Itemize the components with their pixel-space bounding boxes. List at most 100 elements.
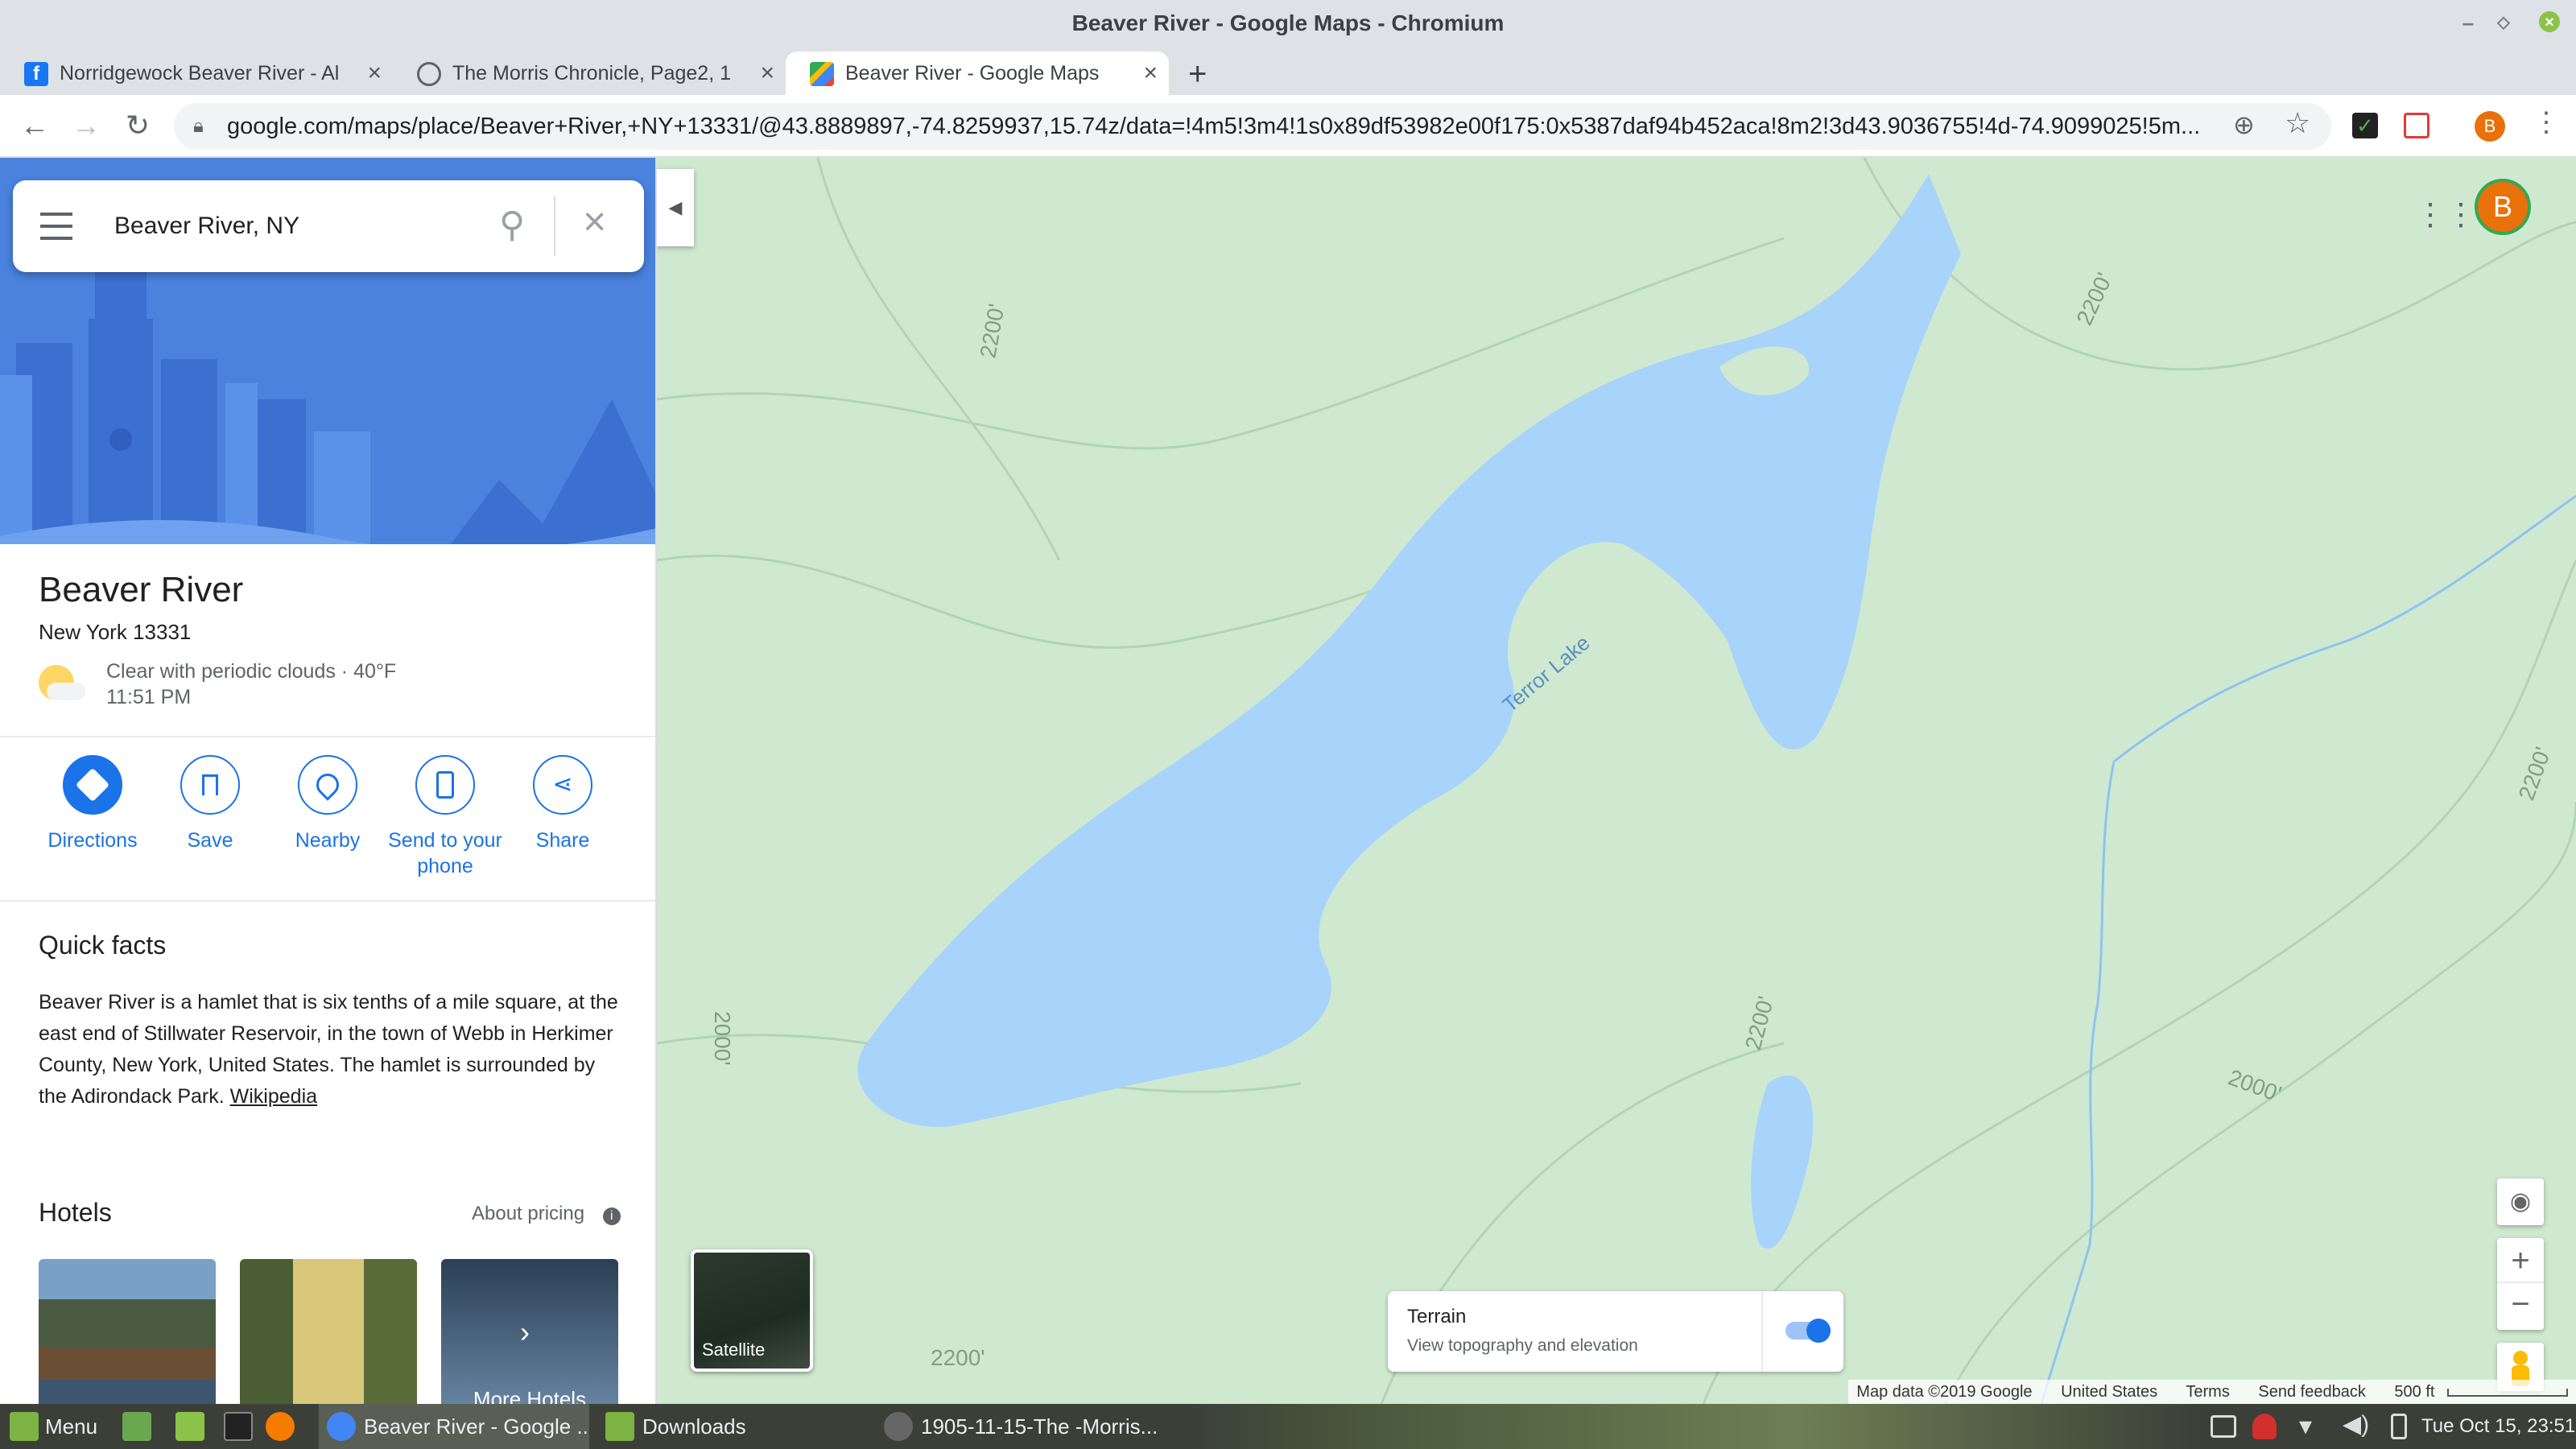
shield-icon[interactable]: [2252, 1414, 2277, 1439]
save-button[interactable]: Save: [150, 755, 270, 853]
wikipedia-link[interactable]: Wikipedia: [230, 1085, 317, 1108]
action-label: Send to your: [388, 829, 502, 852]
action-label: Save: [187, 829, 233, 852]
about-pricing-label: About pricing: [472, 1203, 585, 1224]
maps-profile-avatar[interactable]: B: [2475, 179, 2531, 235]
quick-facts-text: Beaver River is a hamlet that is six ten…: [39, 987, 618, 1113]
new-tab-button[interactable]: +: [1188, 55, 1207, 93]
reload-icon[interactable]: ↻: [119, 108, 156, 143]
satellite-label: Satellite: [702, 1340, 766, 1360]
directions-icon: [63, 755, 122, 815]
divider: [1761, 1291, 1763, 1372]
chevron-right-icon: ›: [520, 1315, 530, 1348]
url-text: google.com/maps/place/Beaver+River,+NY+1…: [227, 114, 2201, 139]
tab-close-icon[interactable]: ×: [760, 52, 774, 95]
city-illustration: Beaver River, NY ⚲ ×: [0, 158, 655, 544]
map-attribution: Map data ©2019 Google United States Term…: [1848, 1380, 2576, 1404]
clock[interactable]: Tue Oct 15, 23:51: [2421, 1404, 2576, 1449]
description: Beaver River is a hamlet that is six ten…: [39, 991, 618, 1108]
tab-facebook[interactable]: f Norridgewock Beaver River - Al ×: [0, 52, 393, 95]
directions-button[interactable]: Directions: [32, 755, 153, 853]
terms-link[interactable]: Terms: [2186, 1383, 2229, 1401]
switch-knob: [1806, 1319, 1831, 1343]
about-pricing-link[interactable]: About pricing i: [472, 1203, 621, 1225]
share-button[interactable]: ⋖ Share: [502, 755, 623, 853]
display-icon[interactable]: [2211, 1415, 2236, 1438]
satellite-toggle[interactable]: Satellite: [691, 1249, 813, 1372]
back-icon[interactable]: ←: [16, 108, 53, 143]
search-box[interactable]: Beaver River, NY ⚲ ×: [13, 180, 644, 272]
folder-icon: [605, 1412, 634, 1441]
terrain-layer-card[interactable]: Terrain View topography and elevation: [1388, 1291, 1843, 1372]
map-canvas[interactable]: Terror Lake 2200' 2000' 2200' 2200' 2200…: [657, 158, 2576, 1404]
globe-icon: [417, 62, 441, 86]
chrome-menu-icon[interactable]: ⋮: [2533, 106, 2560, 138]
add-icon[interactable]: ⊕: [2233, 109, 2255, 140]
maximize-icon[interactable]: ◇: [2492, 11, 2515, 34]
send-to-phone-button[interactable]: Send to your phone: [385, 755, 506, 879]
tab-close-icon[interactable]: ×: [1143, 52, 1158, 95]
send-feedback-link[interactable]: Send feedback: [2258, 1383, 2365, 1401]
weather-partly-cloudy-icon: [39, 665, 85, 700]
scale-label[interactable]: 500 ft: [2394, 1383, 2434, 1401]
taskbar-item-document[interactable]: 1905-11-15-The -Morris...: [881, 1404, 1159, 1449]
weather-info: Clear with periodic clouds · 40°F 11:51 …: [106, 658, 396, 710]
nearby-button[interactable]: Nearby: [267, 755, 388, 853]
zoom-in-icon[interactable]: +: [2497, 1238, 2544, 1283]
forward-icon[interactable]: →: [68, 108, 105, 143]
action-label: Share: [535, 829, 590, 852]
start-menu-button[interactable]: Menu: [5, 1404, 106, 1449]
quick-facts-heading: Quick facts: [39, 931, 167, 960]
zoom-out-icon[interactable]: −: [2497, 1283, 2544, 1328]
terrain-subtitle: View topography and elevation: [1407, 1336, 1638, 1355]
extension-check-icon[interactable]: ✓: [2352, 113, 2378, 138]
minimize-icon[interactable]: –: [2457, 11, 2479, 34]
hamburger-menu-icon[interactable]: [40, 213, 72, 240]
battery-icon[interactable]: [2391, 1414, 2407, 1439]
os-taskbar: Menu Beaver River - Google ... Downloads…: [0, 1404, 2576, 1449]
bookmark-star-icon[interactable]: ☆: [2285, 106, 2310, 140]
search-input[interactable]: Beaver River, NY: [114, 180, 299, 272]
bookmark-icon: [180, 755, 240, 815]
my-location-icon[interactable]: ◉: [2497, 1179, 2544, 1225]
terminal-icon[interactable]: [224, 1412, 253, 1441]
tab-close-icon[interactable]: ×: [367, 52, 382, 95]
hotel-photo[interactable]: [39, 1259, 216, 1404]
files-icon[interactable]: [175, 1412, 204, 1441]
contour-label: 2000': [710, 1011, 735, 1066]
more-hotels-button[interactable]: › More Hotels: [441, 1259, 618, 1404]
close-window-icon[interactable]: ×: [2539, 11, 2560, 32]
wifi-icon[interactable]: ▾: [2299, 1410, 2312, 1441]
taskbar-item-label: Downloads: [642, 1414, 746, 1439]
region-link[interactable]: United States: [2061, 1383, 2157, 1401]
tab-strip: f Norridgewock Beaver River - Al × The M…: [0, 47, 2576, 95]
zoom-control: + −: [2497, 1238, 2544, 1330]
tab-google-maps[interactable]: Beaver River - Google Maps ×: [786, 52, 1169, 95]
show-desktop-icon[interactable]: [122, 1412, 151, 1441]
firefox-icon[interactable]: [266, 1412, 295, 1441]
browser-toolbar: ← → ↻ 🔒︎ google.com/maps/place/Beaver+Ri…: [0, 95, 2576, 158]
taskbar-item-downloads[interactable]: Downloads: [602, 1404, 844, 1449]
search-icon[interactable]: ⚲: [499, 204, 525, 246]
taskbar-item-label: Beaver River - Google ...: [364, 1414, 589, 1439]
document-viewer-icon: [884, 1412, 913, 1441]
weather-text: Clear with periodic clouds · 40°F: [106, 660, 397, 683]
hotel-photo[interactable]: [240, 1259, 417, 1404]
profile-avatar[interactable]: B: [2475, 111, 2505, 142]
action-label: Nearby: [295, 829, 361, 852]
terrain-switch[interactable]: [1785, 1319, 1831, 1343]
collapse-panel-button[interactable]: ◀: [657, 169, 694, 246]
extension-pdf-icon[interactable]: [2404, 113, 2429, 138]
lock-icon: 🔒︎: [193, 115, 204, 137]
tab-label: Norridgewock Beaver River - Al: [60, 62, 340, 85]
volume-icon[interactable]: ◀): [2343, 1410, 2369, 1439]
map-data-credit: Map data ©2019 Google: [1856, 1383, 2033, 1401]
place-panel: Beaver River, NY ⚲ × Beaver River New Yo…: [0, 158, 657, 1404]
action-label: Directions: [47, 829, 138, 852]
clear-search-icon[interactable]: ×: [583, 198, 606, 245]
taskbar-item-chromium[interactable]: Beaver River - Google ...: [319, 1404, 589, 1449]
address-bar[interactable]: 🔒︎ google.com/maps/place/Beaver+River,+N…: [174, 103, 2331, 150]
mint-logo-icon: [10, 1412, 39, 1441]
tab-morris-chronicle[interactable]: The Morris Chronicle, Page2, 1 ×: [393, 52, 786, 95]
info-icon[interactable]: i: [602, 1208, 621, 1225]
